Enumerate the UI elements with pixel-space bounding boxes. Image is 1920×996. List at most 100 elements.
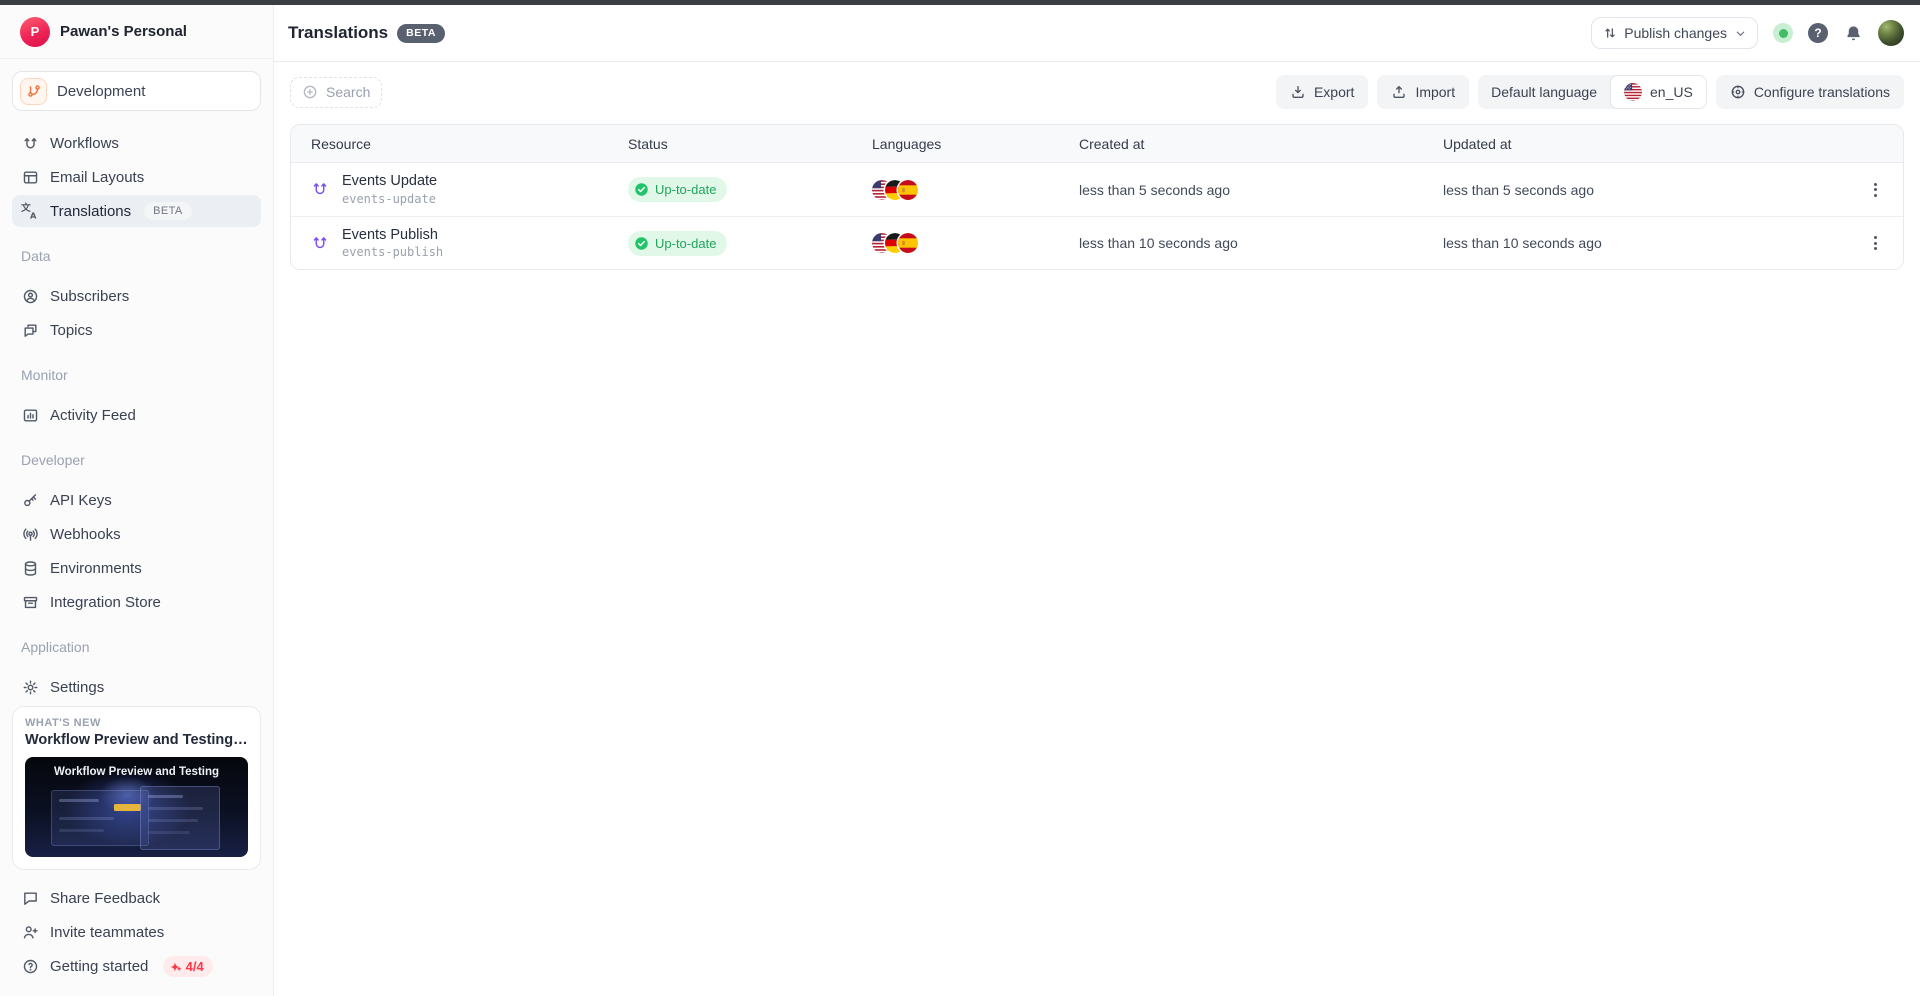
gear-circle-icon [1730,84,1746,100]
page-beta-badge: BETA [397,24,445,43]
resource-name[interactable]: Events Publish [342,227,443,244]
sidebar-item-label: Email Layouts [50,169,144,186]
default-language-label: Default language [1478,75,1610,109]
sidebar-item-webhooks[interactable]: Webhooks [12,518,261,550]
column-header-created: Created at [1079,136,1443,152]
sidebar-section-monitor: Monitor Activity Feed [12,367,261,431]
whats-new-thumbnail[interactable]: Workflow Preview and Testing [25,757,248,857]
getting-started-button[interactable]: Getting started ✦✦ 4/4 [12,950,261,982]
sidebar-item-topics[interactable]: Topics [12,314,261,346]
whats-new-card[interactable]: WHAT'S NEW Workflow Preview and Testing … [12,706,261,870]
footer-item-label: Invite teammates [50,924,164,941]
sparkles-icon: ✦✦ [170,959,181,974]
help-button[interactable]: ? [1808,23,1828,43]
publish-changes-button[interactable]: Publish changes [1591,17,1758,49]
sidebar-footer: Share Feedback Invite teammates Getting … [12,870,261,996]
sidebar-item-label: Settings [50,679,104,696]
page-header: Translations BETA Publish changes ? [274,5,1920,62]
sidebar-item-email-layouts[interactable]: Email Layouts [12,161,261,193]
table-header-row: Resource Status Languages Created at Upd… [291,125,1903,163]
upload-icon [1391,84,1407,100]
row-menu-button[interactable] [1861,176,1889,204]
import-button[interactable]: Import [1377,75,1469,109]
translations-table: Resource Status Languages Created at Upd… [290,124,1904,270]
column-header-resource: Resource [291,136,628,152]
svg-text:A: A [30,211,37,221]
footer-item-label: Getting started [50,958,148,975]
sidebar-nav-main: Workflows Email Layouts 文 A Translation [12,127,261,227]
share-feedback-button[interactable]: Share Feedback [12,882,261,914]
footer-item-label: Share Feedback [50,890,160,907]
user-plus-icon [21,923,39,941]
beta-badge: BETA [144,202,192,220]
sidebar-item-label: Topics [50,322,93,339]
sidebar-item-settings[interactable]: Settings [12,671,261,703]
sidebar-item-environments[interactable]: Environments [12,552,261,584]
org-name: Pawan's Personal [60,23,187,40]
status-badge: Up-to-date [628,231,727,256]
sidebar-item-api-keys[interactable]: API Keys [12,484,261,516]
table-row[interactable]: Events Publish events-publish Up-to-date [291,216,1903,269]
chevron-down-icon [1734,27,1746,39]
column-header-updated: Updated at [1443,136,1847,152]
thumb-panel-right [140,786,220,850]
us-flag-icon [1624,83,1642,101]
row-menu-button[interactable] [1861,229,1889,257]
es-flag-icon [898,233,918,253]
question-circle-icon [21,957,39,975]
default-language-value[interactable]: en_US [1610,75,1707,109]
sidebar-item-label: Environments [50,560,142,577]
sidebar-item-label: Webhooks [50,526,121,543]
export-button[interactable]: Export [1276,75,1368,109]
translate-icon: 文 A [21,202,39,220]
topics-icon [21,321,39,339]
workflow-icon [311,234,329,252]
sidebar-item-label: Subscribers [50,288,129,305]
status-badge: Up-to-date [628,177,727,202]
workflow-icon [21,134,39,152]
user-avatar[interactable] [1878,20,1904,46]
thumb-yellow-chip [114,804,141,811]
updated-at: less than 10 seconds ago [1443,235,1847,251]
default-language-control[interactable]: Default language en_US [1478,75,1707,109]
sidebar-item-label: Workflows [50,135,119,152]
table-row[interactable]: Events Update events-update Up-to-date [291,163,1903,216]
column-header-status: Status [628,136,872,152]
workflow-icon [311,180,329,198]
language-flags [872,180,1079,200]
chat-bubble-icon [21,889,39,907]
resource-name[interactable]: Events Update [342,173,437,190]
page-title: Translations [288,23,388,43]
sidebar-item-activity-feed[interactable]: Activity Feed [12,399,261,431]
sidebar: P Pawan's Personal Development Workflows [0,5,274,996]
invite-teammates-button[interactable]: Invite teammates [12,916,261,948]
environment-switcher[interactable]: Development [12,71,261,111]
org-avatar: P [20,17,50,47]
sidebar-section-data: Data Subscribers Top [12,248,261,346]
sidebar-item-integration-store[interactable]: Integration Store [12,586,261,618]
sidebar-section-application: Application Settings [12,639,261,703]
es-flag-icon [898,180,918,200]
sidebar-item-translations[interactable]: 文 A Translations BETA [12,195,261,227]
created-at: less than 10 seconds ago [1079,235,1443,251]
language-flags [872,233,1079,253]
whats-new-title: Workflow Preview and Testing i... [25,732,248,748]
gear-icon [21,678,39,696]
user-circle-icon [21,287,39,305]
sidebar-item-workflows[interactable]: Workflows [12,127,261,159]
configure-translations-button[interactable]: Configure translations [1716,75,1904,109]
search-button[interactable]: Search [290,77,382,108]
main-content: Translations BETA Publish changes ? [274,5,1920,996]
download-icon [1290,84,1306,100]
layout-icon [21,168,39,186]
section-title: Monitor [12,367,261,383]
swap-arrows-icon [1603,26,1617,40]
key-icon [21,491,39,509]
sidebar-item-subscribers[interactable]: Subscribers [12,280,261,312]
check-circle-icon [634,182,649,197]
column-header-languages: Languages [872,136,1079,152]
sidebar-item-label: API Keys [50,492,112,509]
notifications-bell-icon[interactable] [1843,23,1863,43]
getting-started-badge: ✦✦ 4/4 [163,956,212,977]
org-switcher[interactable]: P Pawan's Personal [0,5,273,59]
